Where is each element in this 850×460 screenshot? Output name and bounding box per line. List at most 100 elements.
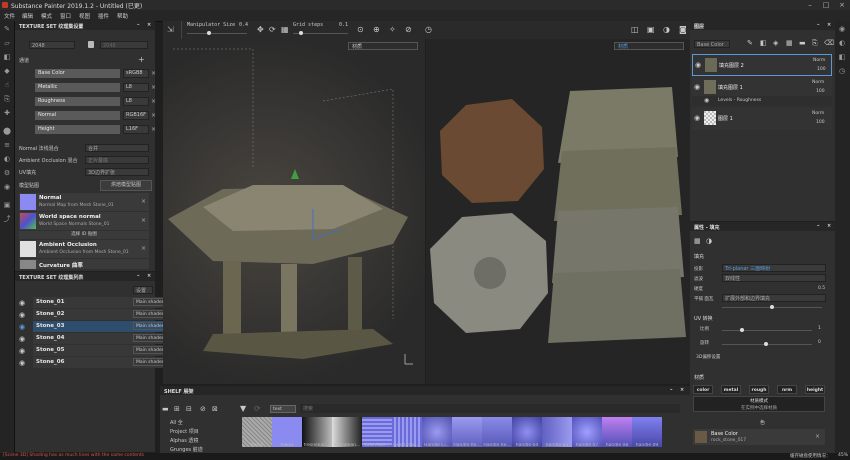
eye-icon[interactable]: ◉ <box>19 359 25 367</box>
close-panel-icon[interactable]: × <box>147 273 151 279</box>
layer-name[interactable]: 填充图层 2 <box>719 62 744 69</box>
bake-icon[interactable]: ⬤ <box>3 127 11 135</box>
filter-icon[interactable]: ▼ <box>240 404 246 413</box>
remove-map-icon[interactable]: × <box>141 245 146 252</box>
render-icon[interactable]: ◫ <box>631 25 639 34</box>
filter-tag[interactable]: text <box>270 405 296 413</box>
maximize-icon[interactable]: □ <box>818 0 834 10</box>
material-rough-toggle[interactable]: rough <box>749 385 769 394</box>
import-icon[interactable]: ⊞ <box>174 405 180 413</box>
hide-icon[interactable]: ⊘ <box>200 405 206 413</box>
manipulator-size-slider[interactable] <box>187 33 247 34</box>
minimize-panel-icon[interactable]: – <box>670 387 673 393</box>
menu-window[interactable]: 窗口 <box>60 12 71 20</box>
menu-plugins[interactable]: 插件 <box>98 12 109 20</box>
close-panel-icon[interactable]: × <box>147 22 151 28</box>
remove-map-icon[interactable]: × <box>141 198 146 205</box>
scale-slider[interactable] <box>722 330 812 331</box>
display-settings-icon[interactable]: ◐ <box>838 39 846 47</box>
layer-effect-row[interactable]: ◉ Levels - Roughness <box>692 96 832 106</box>
shelf-category[interactable]: All 全 <box>170 419 183 426</box>
history-icon[interactable]: ◷ <box>425 25 432 34</box>
slider-knob[interactable] <box>764 342 768 346</box>
menu-file[interactable]: 文件 <box>4 12 15 20</box>
move-icon[interactable]: ✥ <box>257 25 264 34</box>
slider-knob[interactable] <box>740 328 744 332</box>
add-fill-icon[interactable]: ◈ <box>773 39 778 47</box>
polygon-fill-icon[interactable]: ◆ <box>3 67 11 75</box>
layer-blend-mode[interactable]: Norm <box>813 58 825 63</box>
share-icon[interactable]: ⤴ <box>3 215 11 223</box>
menu-help[interactable]: 帮助 <box>117 12 128 20</box>
eye-icon[interactable]: ◉ <box>19 311 25 319</box>
slider-knob[interactable] <box>770 305 774 309</box>
select-id-map-button[interactable]: 选择 ID 贴图 <box>19 231 149 239</box>
close-panel-icon[interactable]: × <box>680 387 684 393</box>
refresh-icon[interactable]: ⟳ <box>254 404 261 413</box>
sync-icon[interactable]: ⊕ <box>373 25 380 34</box>
rotate-icon[interactable]: ⟳ <box>269 25 276 34</box>
channel-format[interactable]: sRGB8 <box>123 69 149 78</box>
lock-icon[interactable] <box>88 41 94 48</box>
camera-icon[interactable]: ⊙ <box>357 25 364 34</box>
remove-channel-icon[interactable]: × <box>151 84 156 91</box>
layer-blend-mode[interactable]: Norm <box>812 80 824 85</box>
add-channel-icon[interactable]: + <box>138 55 145 64</box>
settings-icon[interactable]: ⚙ <box>3 169 11 177</box>
picker-icon[interactable]: ✚ <box>3 109 11 117</box>
minimize-panel-icon[interactable]: – <box>817 22 820 28</box>
eye-icon[interactable]: ◉ <box>19 347 25 355</box>
minimize-panel-icon[interactable]: – <box>137 22 140 28</box>
shader-icon[interactable]: ◉ <box>3 183 11 191</box>
size-select[interactable]: 2048 <box>29 41 75 49</box>
bake-mesh-maps-button[interactable]: 烘焙模型贴图 <box>100 180 152 191</box>
2d-viewport[interactable]: 材质 <box>426 39 693 384</box>
new-folder-icon[interactable]: ⊟ <box>186 405 192 413</box>
size-field-2[interactable]: 2048 <box>100 41 148 49</box>
minimize-panel-icon[interactable]: – <box>817 223 820 229</box>
viewer-settings-icon[interactable]: ◧ <box>838 53 846 61</box>
layer-row[interactable]: ◉ 图层 1 Norm 100 <box>692 108 832 130</box>
list-item[interactable]: Stone_04 Main shader <box>33 333 173 344</box>
mesh-map-slot[interactable]: Curvature 曲率 <box>19 259 149 269</box>
reset-icon[interactable]: ⊘ <box>405 25 412 34</box>
uv-padding-select[interactable]: 3D边界扩张 <box>85 168 149 176</box>
add-paint-layer-icon[interactable]: ▦ <box>786 39 793 47</box>
duplicate-icon[interactable]: ⎘ <box>812 39 818 48</box>
material-nrm-toggle[interactable]: nrm <box>777 385 797 394</box>
layer-row-selected[interactable]: ◉ 填充图层 2 Norm 100 <box>692 54 832 76</box>
brush-icon[interactable]: ✎ <box>3 25 11 33</box>
layer-opacity[interactable]: 100 <box>817 67 826 72</box>
remove-channel-icon[interactable]: × <box>151 98 156 105</box>
fill-tab-icon[interactable]: ▦ <box>694 237 701 245</box>
close-icon[interactable]: × <box>834 0 850 10</box>
remove-channel-icon[interactable]: × <box>151 126 156 133</box>
material-height-toggle[interactable]: height <box>805 385 825 394</box>
menu-view[interactable]: 视图 <box>79 12 90 20</box>
texture-set-icon[interactable]: ◉ <box>838 25 846 33</box>
shelf-category[interactable]: Grunges 脏迹 <box>170 446 203 453</box>
slider-knob[interactable] <box>207 31 211 35</box>
grid-icon[interactable]: ▦ <box>281 25 289 34</box>
close-panel-icon[interactable]: × <box>827 223 831 229</box>
material-metal-toggle[interactable]: metal <box>721 385 741 394</box>
eye-icon[interactable]: ◉ <box>695 61 701 69</box>
channel-format[interactable]: L16F <box>123 125 149 134</box>
eye-icon[interactable]: ◉ <box>704 97 709 104</box>
folder-icon[interactable]: ▬ <box>162 405 169 413</box>
shelf-category[interactable]: Project 项目 <box>170 428 199 435</box>
eye-icon[interactable]: ◉ <box>19 335 25 343</box>
menu-mode[interactable]: 模式 <box>41 12 52 20</box>
slider-knob[interactable] <box>299 31 303 35</box>
list-item[interactable]: Stone_06 Main shader <box>33 357 173 368</box>
channel-format[interactable]: L8 <box>123 97 149 106</box>
projection-select[interactable]: Tri-planar 三面映射 <box>722 264 826 272</box>
history-panel-icon[interactable]: ◷ <box>838 67 846 75</box>
delete-layer-icon[interactable]: ⌫ <box>824 39 834 47</box>
list-item[interactable]: Stone_01 Main shader <box>33 297 173 308</box>
display-icon[interactable]: ◐ <box>3 155 11 163</box>
material-color-toggle[interactable]: color <box>693 385 713 394</box>
base-color-slot[interactable]: Base Color rock_stone_017 × <box>693 429 825 445</box>
layer-blend-mode[interactable]: Norm <box>812 111 824 116</box>
eye-icon[interactable]: ◉ <box>19 323 25 331</box>
